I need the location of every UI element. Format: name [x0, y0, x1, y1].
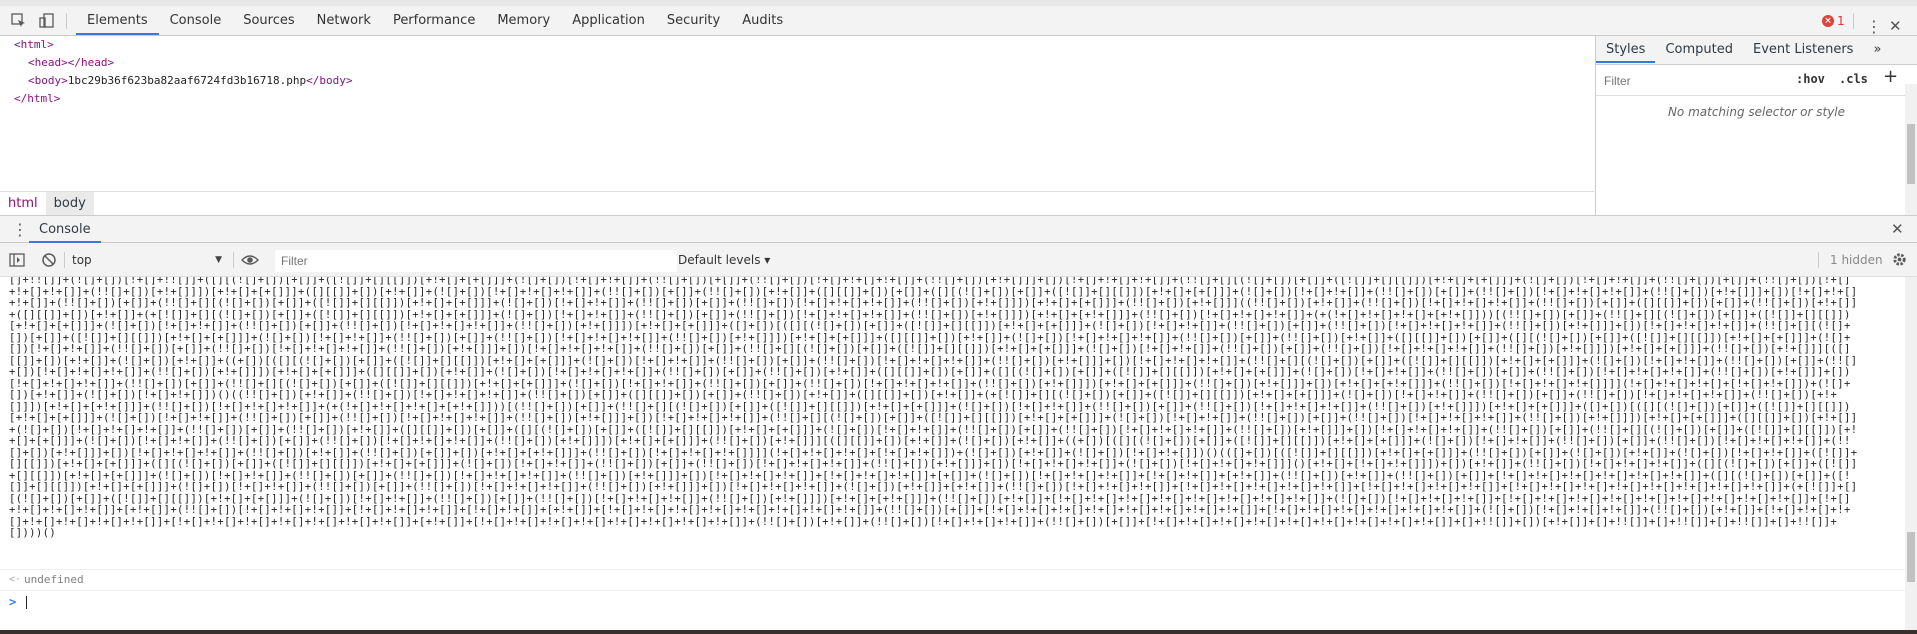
- show-sidebar-icon[interactable]: [8, 251, 26, 269]
- panel-tabs: Elements Console Sources Network Perform…: [76, 6, 794, 35]
- error-icon: ×: [1822, 15, 1834, 27]
- html-open-tag: <html>: [14, 38, 54, 51]
- toolbar-divider: [66, 13, 67, 29]
- styles-filter-bar: :hov .cls +: [1596, 65, 1917, 96]
- dom-node-body[interactable]: <body>1bc29b36f623ba82aaf6724fd3b16718.p…: [28, 72, 353, 90]
- drawer-header: ⋮ Console ✕: [0, 215, 1917, 243]
- tab-computed[interactable]: Computed: [1655, 36, 1743, 63]
- toolbar-divider: [1818, 252, 1819, 268]
- close-drawer-icon[interactable]: ✕: [1891, 216, 1904, 243]
- result-arrow-icon: <·: [9, 574, 22, 585]
- clear-console-icon[interactable]: [40, 251, 58, 269]
- dropdown-arrow-icon: ▼: [215, 255, 222, 265]
- dom-node-html[interactable]: <html>: [14, 36, 54, 54]
- breadcrumb: html body: [0, 191, 1594, 215]
- console-filter-input[interactable]: [275, 250, 677, 272]
- scrollbar-thumb[interactable]: [1907, 532, 1915, 582]
- hover-state-toggle[interactable]: :hov: [1796, 72, 1825, 86]
- toolbar-divider: [1853, 13, 1854, 29]
- head-tag: <head></head>: [28, 56, 115, 69]
- more-tabs-icon[interactable]: »: [1863, 36, 1891, 63]
- scrollbar-thumb[interactable]: [1907, 124, 1915, 184]
- styles-tabs: Styles Computed Event Listeners »: [1596, 36, 1917, 65]
- tab-network[interactable]: Network: [306, 6, 382, 35]
- devtools-main-toolbar: Elements Console Sources Network Perform…: [0, 6, 1917, 36]
- tab-memory[interactable]: Memory: [486, 6, 561, 35]
- console-prompt[interactable]: >: [0, 590, 1905, 613]
- styles-filter-input[interactable]: [1602, 71, 1776, 91]
- toolbar-divider: [233, 252, 234, 268]
- tab-application[interactable]: Application: [561, 6, 656, 35]
- html-close-tag: </html>: [14, 92, 61, 105]
- execution-context-select[interactable]: top ▼: [72, 251, 222, 269]
- elements-dom-tree: <html> <head></head> <body>1bc29b36f623b…: [0, 36, 1594, 191]
- dom-node-html-close[interactable]: </html>: [14, 90, 60, 108]
- dom-node-head[interactable]: <head></head>: [28, 54, 114, 72]
- console-result-line: <· undefined: [0, 569, 1905, 590]
- tab-console[interactable]: Console: [159, 6, 233, 35]
- console-input-echo: []+!![]]+(![]+[])[!+[]+!![]]+([][(![]+[]…: [9, 277, 1858, 539]
- error-count: 1: [1837, 14, 1845, 28]
- body-open-tag: <body>: [28, 74, 68, 87]
- tab-sources[interactable]: Sources: [232, 6, 305, 35]
- live-expression-eye-icon[interactable]: [241, 251, 259, 269]
- console-scrollbar[interactable]: [1905, 277, 1917, 632]
- tab-audits[interactable]: Audits: [731, 6, 794, 35]
- styles-sidebar: Styles Computed Event Listeners » :hov .…: [1595, 36, 1917, 244]
- taskbar-edge: [0, 630, 1917, 634]
- new-style-rule-button[interactable]: +: [1883, 66, 1898, 87]
- breadcrumb-body[interactable]: body: [45, 192, 94, 215]
- hidden-messages-count: 1 hidden: [1830, 253, 1883, 267]
- tab-security[interactable]: Security: [656, 6, 731, 35]
- console-settings-gear-icon[interactable]: [1891, 251, 1908, 268]
- body-close-tag: </body>: [306, 74, 353, 87]
- breadcrumb-html[interactable]: html: [0, 192, 46, 215]
- result-value: undefined: [24, 573, 84, 586]
- tab-performance[interactable]: Performance: [382, 6, 486, 35]
- body-text-node: 1bc29b36f623ba82aaf6724fd3b16718.php: [67, 74, 307, 87]
- error-count-badge[interactable]: × 1: [1822, 14, 1845, 28]
- no-matching-style-message: No matching selector or style: [1667, 105, 1846, 119]
- console-messages: []+!![]]+(![]+[])[!+[]+!![]]+([][(![]+[]…: [0, 277, 1905, 569]
- drawer-tab-console[interactable]: Console: [29, 216, 101, 243]
- log-levels-dropdown[interactable]: Default levels ▾: [678, 250, 770, 270]
- device-toolbar-icon[interactable]: [38, 12, 56, 30]
- class-toggle[interactable]: .cls: [1839, 72, 1868, 86]
- console-toolbar: top ▼ Default levels ▾ 1 hidden: [0, 243, 1917, 277]
- prompt-chevron-icon: >: [9, 595, 17, 609]
- drawer-menu-icon[interactable]: ⋮: [12, 216, 28, 243]
- tab-styles[interactable]: Styles: [1596, 36, 1656, 63]
- tab-elements[interactable]: Elements: [76, 6, 159, 35]
- tab-event-listeners[interactable]: Event Listeners: [1743, 36, 1863, 63]
- context-value: top: [72, 253, 92, 267]
- inspect-element-icon[interactable]: [10, 12, 28, 30]
- toolbar-divider: [64, 252, 65, 268]
- text-caret: [26, 596, 27, 609]
